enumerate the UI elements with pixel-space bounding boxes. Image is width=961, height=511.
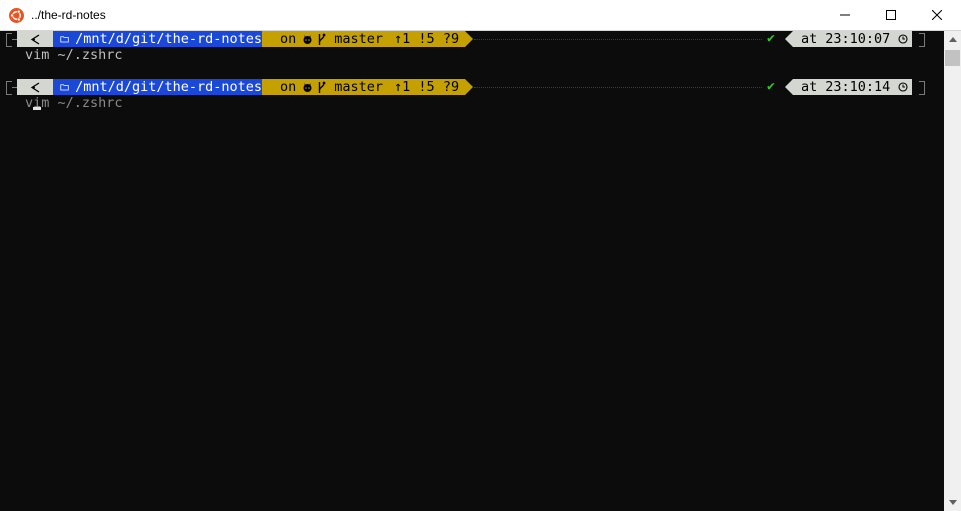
git-segment: on master ↑1 !5 ?9 xyxy=(262,79,465,95)
path-text: /mnt/d/git/the-rd-notes xyxy=(75,31,262,47)
branch-name: master xyxy=(334,31,384,47)
window-title: ../the-rd-notes xyxy=(31,8,106,22)
at-label: at xyxy=(801,79,818,95)
command-text: vim ~/.zshrc xyxy=(25,47,123,63)
git-branch-icon xyxy=(319,33,326,45)
git-segment-arrow xyxy=(465,31,473,47)
prompt-frame-right xyxy=(919,33,925,47)
vertical-scrollbar[interactable] xyxy=(944,31,961,511)
git-segment: on master ↑1 !5 ?9 xyxy=(262,31,465,47)
prompt-frame-left xyxy=(6,81,12,95)
scroll-down-button[interactable] xyxy=(944,494,961,511)
on-label: on xyxy=(280,31,297,47)
prompt-filler-line xyxy=(474,39,762,41)
status-ok-check: ✔ xyxy=(767,79,775,94)
maximize-button[interactable] xyxy=(868,0,914,30)
git-status: ↑1 !5 ?9 xyxy=(394,31,460,47)
github-icon xyxy=(303,34,312,44)
at-label: at xyxy=(801,31,818,47)
ubuntu-icon xyxy=(9,8,24,23)
title-bar: ../the-rd-notes xyxy=(0,0,961,31)
time-text: 23:10:07 xyxy=(825,31,891,47)
close-icon xyxy=(932,10,942,20)
terminal-area[interactable]: /mnt/d/git/the-rd-notes on master ↑1 !5 … xyxy=(0,31,944,511)
time-segment-arrow xyxy=(785,79,793,95)
status-ok-check: ✔ xyxy=(767,31,775,46)
prompt-frame-left xyxy=(6,33,12,47)
folder-icon xyxy=(60,84,69,91)
prompt-filler-line xyxy=(474,87,762,89)
path-segment: /mnt/d/git/the-rd-notes xyxy=(53,79,262,95)
minimize-button[interactable] xyxy=(822,0,868,30)
time-segment-arrow xyxy=(785,31,793,47)
github-icon xyxy=(303,82,312,92)
linux-icon xyxy=(30,33,39,45)
os-segment xyxy=(17,31,53,47)
minimize-icon xyxy=(840,14,850,16)
folder-icon xyxy=(60,36,69,43)
time-segment: at 23:10:14 xyxy=(793,79,912,95)
close-button[interactable] xyxy=(914,0,960,30)
path-segment: /mnt/d/git/the-rd-notes xyxy=(53,31,262,47)
text-cursor xyxy=(33,107,41,110)
os-segment xyxy=(17,79,53,95)
caret-down-icon xyxy=(948,500,957,505)
on-label: on xyxy=(280,79,297,95)
git-status: ↑1 !5 ?9 xyxy=(394,79,460,95)
branch-name: master xyxy=(334,79,384,95)
clock-icon xyxy=(898,34,908,44)
maximize-icon xyxy=(886,10,896,20)
time-text: 23:10:14 xyxy=(825,79,891,95)
linux-icon xyxy=(30,81,39,93)
time-segment: at 23:10:07 xyxy=(793,31,912,47)
clock-icon xyxy=(898,82,908,92)
prompt-line: /mnt/d/git/the-rd-notes on master ↑1 !5 … xyxy=(0,31,944,71)
prompt-frame-right xyxy=(919,81,925,95)
prompt-line: /mnt/d/git/the-rd-notes on master ↑1 !5 … xyxy=(0,79,944,119)
caret-up-icon xyxy=(948,37,957,42)
git-segment-arrow xyxy=(465,79,473,95)
scroll-thumb[interactable] xyxy=(945,50,960,66)
path-text: /mnt/d/git/the-rd-notes xyxy=(75,79,262,95)
scroll-up-button[interactable] xyxy=(944,31,961,48)
git-branch-icon xyxy=(319,81,326,93)
